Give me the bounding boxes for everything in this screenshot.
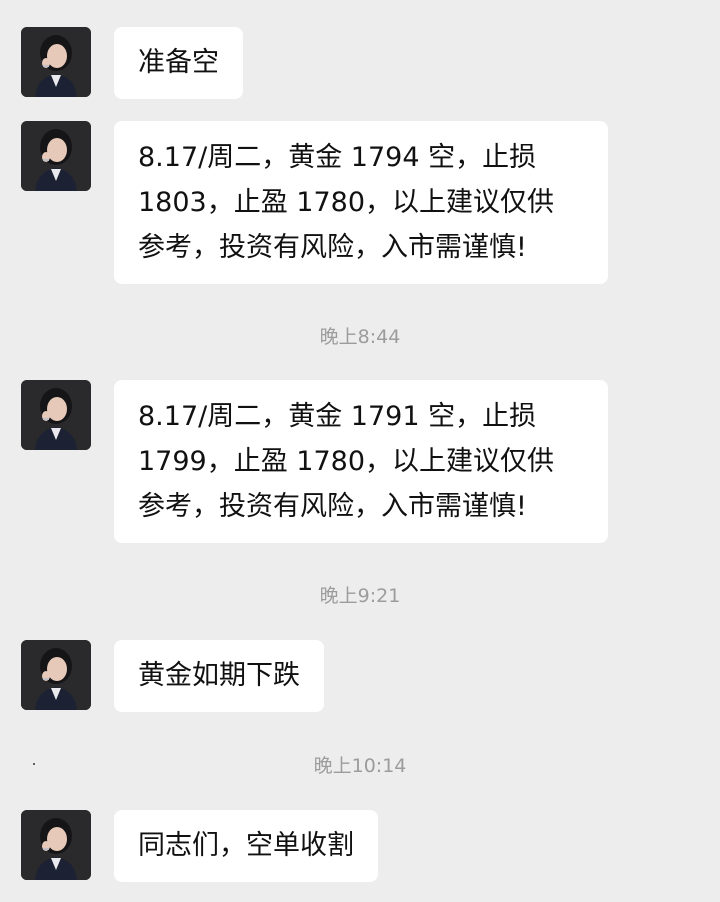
- message-bubble[interactable]: 准备空: [114, 27, 243, 99]
- message-text-line: 8.17/周二，黄金 1794 空，止损: [138, 142, 537, 173]
- sender-avatar[interactable]: [21, 810, 91, 880]
- message-bubble[interactable]: 8.17/周二，黄金 1791 空，止损 1799，止盈 1780，以上建议仅供…: [114, 380, 608, 543]
- avatar-photo: [21, 380, 91, 450]
- message-text: 同志们，空单收割: [138, 830, 354, 861]
- sender-avatar[interactable]: [21, 27, 91, 97]
- message-text-line: 1799，止盈 1780，以上建议仅供: [138, 446, 555, 477]
- sender-avatar[interactable]: [21, 121, 91, 191]
- sender-avatar[interactable]: [21, 640, 91, 710]
- avatar-photo: [21, 27, 91, 97]
- timestamp: 晚上10:14: [313, 755, 407, 777]
- message-text-line: 参考，投资有风险，入市需谨慎!: [138, 491, 527, 522]
- message-bubble[interactable]: 8.17/周二，黄金 1794 空，止损 1803，止盈 1780，以上建议仅供…: [114, 121, 608, 284]
- sender-avatar[interactable]: [21, 380, 91, 450]
- message-text: 黄金如期下跌: [138, 660, 300, 691]
- message-text-line: 参考，投资有风险，入市需谨慎!: [138, 232, 527, 263]
- message-text-line: 1803，止盈 1780，以上建议仅供: [138, 187, 555, 218]
- message-bubble[interactable]: 同志们，空单收割: [114, 810, 378, 882]
- message-text: 准备空: [138, 47, 219, 78]
- timestamp: 晚上9:21: [319, 585, 401, 607]
- avatar-photo: [21, 810, 91, 880]
- timestamp: 晚上8:44: [319, 326, 401, 348]
- message-bubble[interactable]: 黄金如期下跌: [114, 640, 324, 712]
- avatar-photo: [21, 121, 91, 191]
- message-text-line: 8.17/周二，黄金 1791 空，止损: [138, 401, 537, 432]
- avatar-photo: [21, 640, 91, 710]
